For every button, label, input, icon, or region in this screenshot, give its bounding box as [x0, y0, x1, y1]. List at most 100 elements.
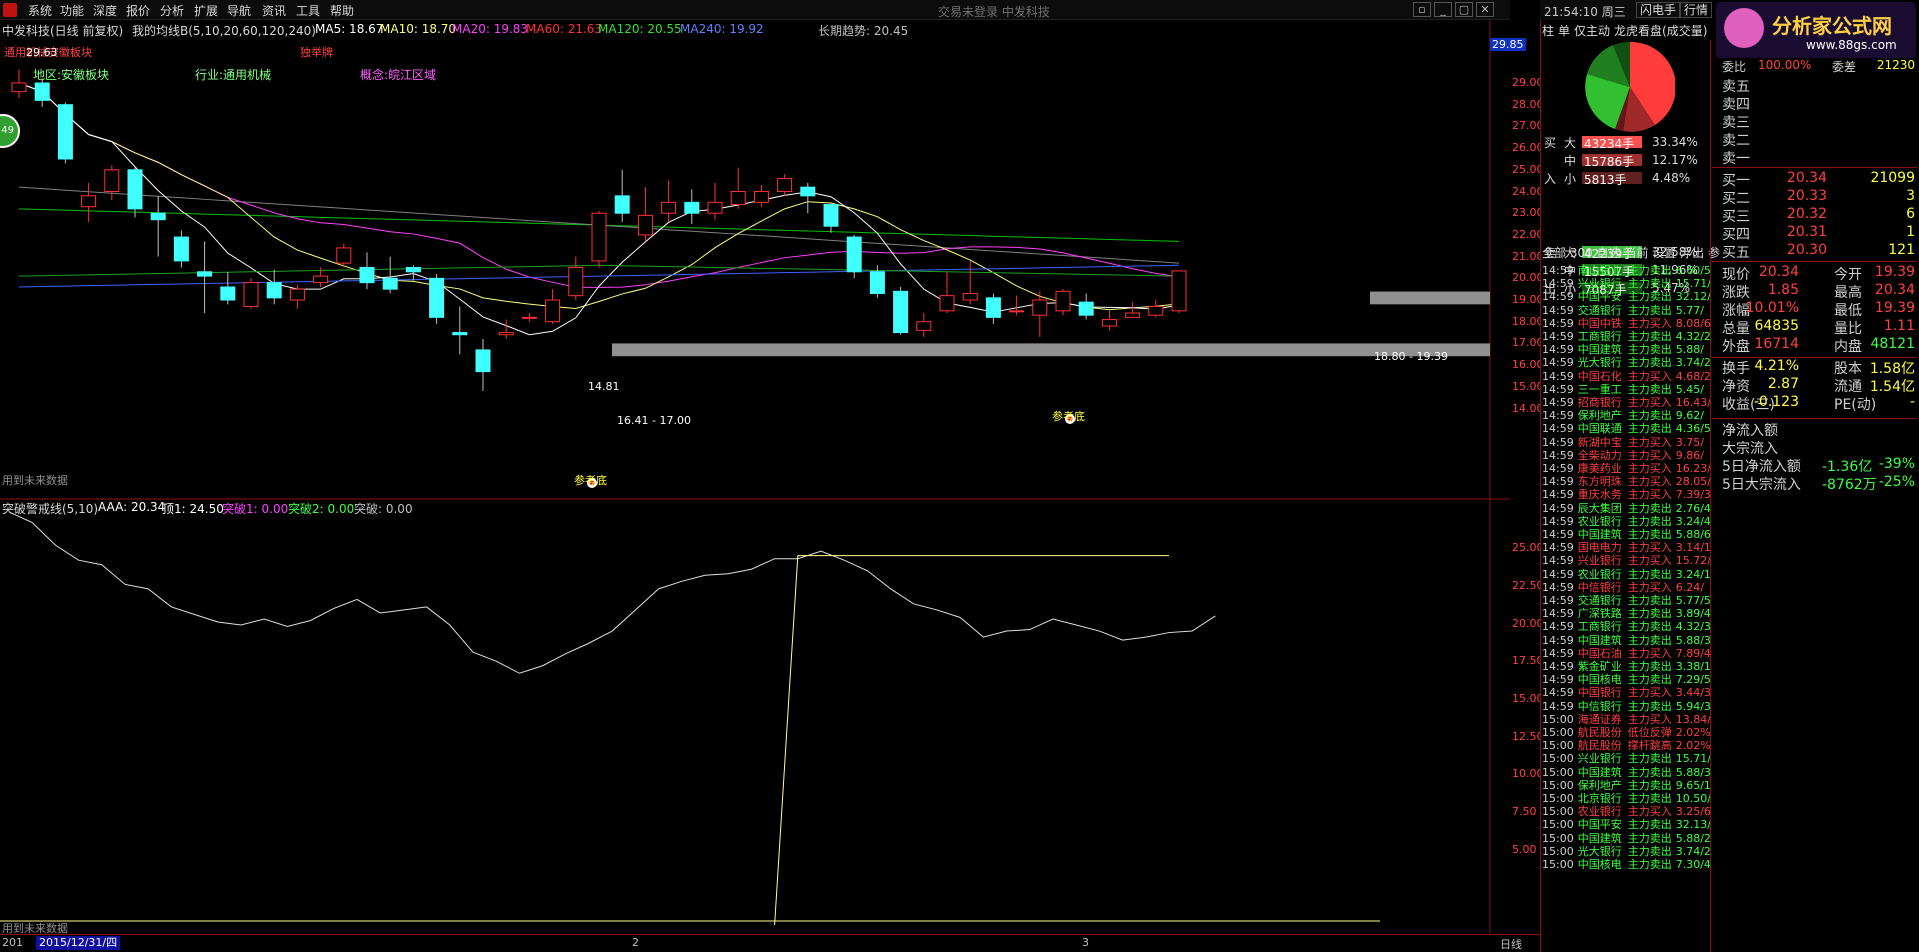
tick-row[interactable]: 15:00 海通证券 主力买入 13.84/ — [1542, 711, 1711, 726]
tick-row[interactable]: 14:59 农业银行 主力卖出 3.24/4 — [1542, 513, 1711, 528]
tick-row[interactable]: 15:00 中国平安 主力卖出 32.13/ — [1542, 816, 1711, 831]
list-tab-favorite[interactable]: 自选 — [1597, 246, 1621, 260]
close-button[interactable]: ✕ — [1476, 2, 1494, 17]
tick-row[interactable]: 14:59 全柴动力 主力买入 9.86/ — [1542, 447, 1704, 462]
tick-row[interactable]: 14:59 中国建筑 主力卖出 5.88/ — [1542, 341, 1704, 356]
candle[interactable] — [475, 339, 491, 391]
candle[interactable] — [243, 278, 259, 309]
tick-row[interactable]: 14:59 农业银行 主力卖出 3.24/1 — [1542, 566, 1711, 581]
tick-row[interactable]: 14:59 中国石油 主力买入 7.89/4 — [1542, 645, 1711, 660]
candle[interactable] — [521, 313, 537, 322]
quote-button[interactable]: 行情 — [1680, 2, 1713, 18]
candle[interactable] — [81, 182, 97, 222]
candle[interactable] — [614, 169, 630, 222]
candle[interactable] — [846, 234, 862, 279]
candle[interactable] — [359, 252, 375, 290]
tick-row[interactable]: 15:00 光大银行 主力卖出 3.74/2 — [1542, 843, 1711, 858]
tick-row[interactable]: 14:59 光大银行 主力卖出 3.74/2 — [1542, 354, 1711, 369]
candle[interactable] — [800, 182, 816, 214]
list-tab-settings[interactable]: 设置 — [1652, 246, 1676, 260]
list-tab-float[interactable]: 浮出 — [1680, 246, 1704, 260]
bid-row[interactable]: 买二 20.33 3 — [1722, 188, 1917, 207]
period-label[interactable]: 日线 — [1500, 936, 1522, 952]
candle[interactable] — [545, 289, 561, 324]
bid-row[interactable]: 买四 20.31 1 — [1722, 224, 1917, 243]
tick-row[interactable]: 14:59 招商银行 主力买入 16.43/ — [1542, 394, 1711, 409]
tick-row[interactable]: 14:59 交通银行 主力卖出 5.77/5 — [1542, 592, 1711, 607]
menu-tools[interactable]: 工具 — [296, 2, 320, 19]
tick-row[interactable]: 15:00 航民股份 低位反弹 2.02% — [1542, 724, 1711, 739]
menu-analysis[interactable]: 分析 — [160, 2, 184, 19]
tick-row[interactable]: 14:59 交通银行 主力卖出 5.77/ — [1542, 302, 1704, 317]
oscillator-chart[interactable] — [0, 500, 1510, 934]
tick-row[interactable]: 14:59 紫金矿业 主力卖出 3.38/1 — [1542, 658, 1711, 673]
list-tab-current[interactable]: 当前 — [1624, 246, 1648, 260]
tab-dragon-tiger[interactable]: 龙虎看盘(成交量) — [1614, 24, 1707, 38]
tick-row[interactable]: 15:00 农业银行 主力买入 3.25/6 — [1542, 803, 1711, 818]
candle[interactable] — [939, 271, 955, 314]
candle[interactable] — [1055, 289, 1071, 316]
candle[interactable] — [684, 189, 700, 225]
candle[interactable] — [985, 293, 1001, 324]
candle[interactable] — [452, 306, 468, 355]
tick-row[interactable]: 15:00 航民股份 撑杆跳高 2.02% — [1542, 737, 1711, 752]
candle[interactable] — [104, 165, 120, 201]
candle[interactable] — [707, 182, 723, 220]
minimize-button[interactable]: _ — [1434, 2, 1452, 17]
candle[interactable] — [197, 241, 213, 314]
bid-row[interactable]: 买一 20.34 21099 — [1722, 170, 1917, 189]
tab-bar[interactable]: 柱 — [1542, 24, 1554, 38]
app-logo-icon[interactable] — [3, 3, 17, 17]
oscillator-panel[interactable]: 突破警戒线(5,10) AAA: 20.34 顶1: 24.50 突破1: 0.… — [0, 500, 1544, 935]
candle[interactable] — [150, 195, 166, 257]
menu-quote[interactable]: 报价 — [126, 2, 150, 19]
candle[interactable] — [962, 260, 978, 305]
tick-row[interactable]: 14:59 辰大集团 主力卖出 2.76/4 — [1542, 500, 1711, 515]
tick-row[interactable]: 14:59 中国核电 主力卖出 7.29/5 — [1542, 671, 1711, 686]
menu-extend[interactable]: 扩展 — [194, 2, 218, 19]
tick-row[interactable]: 14:59 中国建筑 主力卖出 5.88/3 — [1542, 632, 1711, 647]
candle[interactable] — [1101, 310, 1117, 331]
candle[interactable] — [591, 211, 607, 268]
tick-row[interactable]: 14:59 中信银行 主力卖出 5.94/3 — [1542, 698, 1711, 713]
flash-trade-button[interactable]: 闪电手 — [1636, 2, 1681, 18]
tick-row[interactable]: 14:59 中国银行 主力买入 3.44/3 — [1542, 684, 1711, 699]
tick-row[interactable]: 14:59 中国石化 主力买入 4.68/2 — [1542, 368, 1711, 383]
tick-row[interactable]: 15:00 兴业银行 主力卖出 15.71/ — [1542, 750, 1711, 765]
candle[interactable] — [893, 286, 909, 335]
tick-row[interactable]: 14:59 康美药业 主力买入 16.23/ — [1542, 460, 1711, 475]
candle[interactable] — [498, 319, 514, 340]
candle[interactable] — [637, 187, 653, 242]
tick-row[interactable]: 15:00 中国核电 主力卖出 7.30/4 — [1542, 856, 1711, 871]
menu-help[interactable]: 帮助 — [330, 2, 354, 19]
candle[interactable] — [429, 273, 445, 324]
menu-info[interactable]: 资讯 — [262, 2, 286, 19]
kline-chart[interactable] — [0, 20, 1510, 500]
tick-row[interactable]: 14:59 兴业银行 主力买入 15.72/ — [1542, 552, 1711, 567]
candle[interactable] — [127, 167, 143, 218]
candle[interactable] — [1148, 300, 1164, 318]
candle[interactable] — [405, 265, 421, 281]
time-axis[interactable]: 201 2 3 日线 — [0, 934, 1540, 952]
menu-depth[interactable]: 深度 — [93, 2, 117, 19]
menu-function[interactable]: 功能 — [60, 2, 84, 19]
list-tab-300[interactable]: 300 — [1570, 246, 1593, 260]
tick-row[interactable]: 15:00 中国建筑 主力卖出 5.88/3 — [1542, 764, 1711, 779]
tick-row[interactable]: 14:59 三一重工 主力卖出 5.45/ — [1542, 381, 1704, 396]
candle[interactable] — [1125, 302, 1141, 318]
candle[interactable] — [220, 271, 236, 305]
bid-row[interactable]: 买五 20.30 121 — [1722, 242, 1917, 261]
candle[interactable] — [916, 313, 932, 337]
candle[interactable] — [266, 269, 282, 305]
tick-row[interactable]: 14:59 国电电力 主力买入 3.14/1 — [1542, 539, 1711, 554]
candle[interactable] — [777, 174, 793, 196]
tick-row[interactable]: 14:59 南山铝业 主力卖出 6.60/5 — [1542, 262, 1711, 277]
candle[interactable] — [823, 202, 839, 233]
tab-single[interactable]: 单 — [1558, 24, 1570, 38]
tick-row[interactable]: 14:59 中国联通 主力卖出 4.36/5 — [1542, 420, 1711, 435]
tick-row[interactable]: 14:59 重庆水务 主力买入 7.39/3 — [1542, 486, 1711, 501]
tick-row[interactable]: 15:00 中国建筑 主力卖出 5.88/2 — [1542, 830, 1711, 845]
tick-row[interactable]: 14:59 东方明珠 主力买入 28.05/ — [1542, 473, 1711, 488]
tick-row[interactable]: 14:59 中国中铁 主力买入 8.08/6 — [1542, 315, 1711, 330]
candle[interactable] — [1171, 270, 1187, 314]
